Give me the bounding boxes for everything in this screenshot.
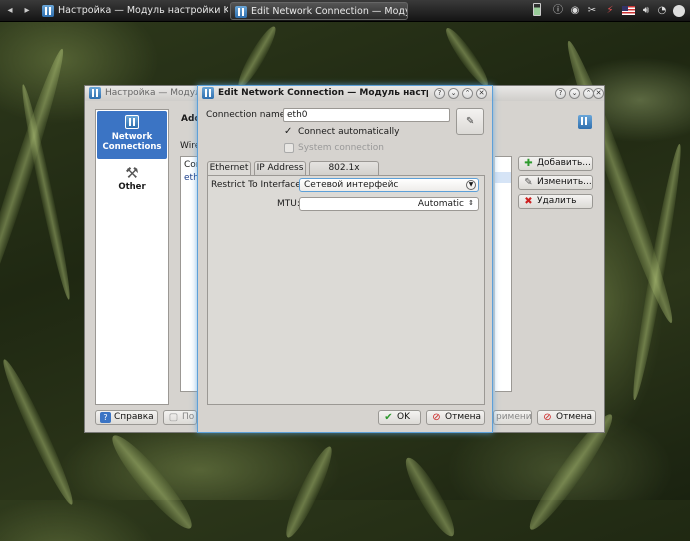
sidebar-item-label: Other <box>118 182 146 192</box>
sidebar-item-label: Network <box>111 132 153 142</box>
tab-802-1x-security[interactable]: 802.1x Security <box>309 161 379 186</box>
kde-settings-icon <box>89 87 101 99</box>
volume-icon[interactable]: 🔊︎ <box>639 3 653 19</box>
pencil-icon: ✎ <box>466 116 475 127</box>
notifications-icon[interactable]: ⓘ <box>551 3 565 19</box>
help-button[interactable]: ? Справка <box>95 410 158 425</box>
delete-button[interactable]: ✖ Удалить <box>518 194 593 209</box>
kde-logo-icon <box>578 115 592 129</box>
add-button[interactable]: ✚ Добавить... <box>518 156 593 171</box>
check-icon: ✔ <box>384 412 393 423</box>
cancel-icon: ⊘ <box>543 412 552 423</box>
apply-button[interactable]: рименить <box>493 410 532 425</box>
connect-automatically-label[interactable]: Connect automatically <box>298 127 399 137</box>
connection-icon-button[interactable]: ✎ <box>456 108 484 135</box>
dialog-close-button[interactable]: ✕ <box>476 88 487 99</box>
taskbar: ◂ ▸ Настройка — Модуль настройки KDE Edi… <box>0 0 690 22</box>
cancel-button[interactable]: ⊘ Отмена <box>426 410 485 425</box>
network-disconnected-icon[interactable]: ⚡ <box>603 3 617 19</box>
clipboard-icon[interactable]: ✂ <box>585 3 599 19</box>
edit-icon: ✎ <box>524 177 533 188</box>
updates-icon[interactable]: ◉ <box>568 3 582 19</box>
connection-name-input[interactable]: eth0 <box>283 108 450 122</box>
task-next-arrow-icon[interactable]: ▸ <box>19 3 35 18</box>
sidebar-item-other[interactable]: ⚒ Other <box>97 162 167 202</box>
help-icon: ? <box>100 412 111 423</box>
dialog-maximize-button[interactable]: ⌃ <box>462 88 473 99</box>
connection-name-label: Connection name: <box>206 110 289 120</box>
mtu-spinbox[interactable]: Automatic ⇕ <box>299 197 479 211</box>
task-prev-arrow-icon[interactable]: ◂ <box>2 3 18 18</box>
task-edit-connection[interactable]: Edit Network Connection — Модуль настрой… <box>230 2 408 20</box>
close-button[interactable]: ✕ <box>593 88 604 99</box>
task-settings[interactable]: Настройка — Модуль настройки KDE <box>38 2 228 20</box>
edit-connection-dialog: Edit Network Connection — Модуль настрой… <box>197 85 493 433</box>
restrict-interface-label: Restrict To Interface: <box>211 180 304 190</box>
chevron-down-icon: ▼ <box>466 180 476 190</box>
list-row-highlight <box>495 172 511 183</box>
sidebar-item-network-connections[interactable]: Network Connections <box>97 111 167 159</box>
wifi-icon[interactable]: ◔ <box>655 3 669 19</box>
tab-ip-address[interactable]: IP Address <box>254 161 306 175</box>
network-connections-icon <box>125 115 139 129</box>
system-connection-checkbox[interactable] <box>284 143 294 153</box>
help-window-button[interactable]: ? <box>555 88 566 99</box>
tab-ethernet[interactable]: Ethernet <box>207 161 251 176</box>
dialog-titlebar[interactable]: Edit Network Connection — Модуль настрой… <box>198 86 492 101</box>
category-sidebar: Network Connections ⚒ Other <box>95 109 169 405</box>
minimize-button[interactable]: ⌄ <box>569 88 580 99</box>
cancel-icon: ⊘ <box>432 412 441 423</box>
dialog-help-button[interactable]: ? <box>434 88 445 99</box>
delete-x-icon: ✖ <box>524 196 533 207</box>
system-connection-label: System connection <box>298 143 385 153</box>
ok-button[interactable]: ✔ OK <box>378 410 421 425</box>
mtu-label: MTU: <box>277 199 300 209</box>
tools-icon: ⚒ <box>125 164 139 182</box>
kde-settings-icon <box>202 87 214 99</box>
battery-icon[interactable] <box>530 3 544 19</box>
plus-icon: ✚ <box>524 158 533 169</box>
connect-automatically-checkbox[interactable]: ✓ <box>284 127 294 137</box>
edit-button[interactable]: ✎ Изменить... <box>518 175 593 190</box>
spin-arrows-icon: ⇕ <box>468 199 474 207</box>
settings-tabbar: Ethernet IP Address 802.1x Security <box>207 161 485 186</box>
dialog-title: Edit Network Connection — Модуль настрой… <box>218 88 428 98</box>
dialog-minimize-button[interactable]: ⌄ <box>448 88 459 99</box>
defaults-icon: ▢ <box>168 412 179 423</box>
sidebar-item-label: Connections <box>102 142 162 152</box>
kde-settings-icon <box>42 5 54 17</box>
tab-panel: Restrict To Interface: Сетевой интерфейс… <box>207 175 485 405</box>
defaults-button[interactable]: ▢ По <box>163 410 197 425</box>
clock-icon[interactable] <box>671 3 687 19</box>
keyboard-layout-flag-icon[interactable] <box>620 3 636 19</box>
settings-cancel-button[interactable]: ⊘ Отмена <box>537 410 596 425</box>
connections-list-right <box>495 156 512 392</box>
kde-settings-icon <box>235 6 247 18</box>
restrict-interface-select[interactable]: Сетевой интерфейс ▼ <box>299 178 479 192</box>
